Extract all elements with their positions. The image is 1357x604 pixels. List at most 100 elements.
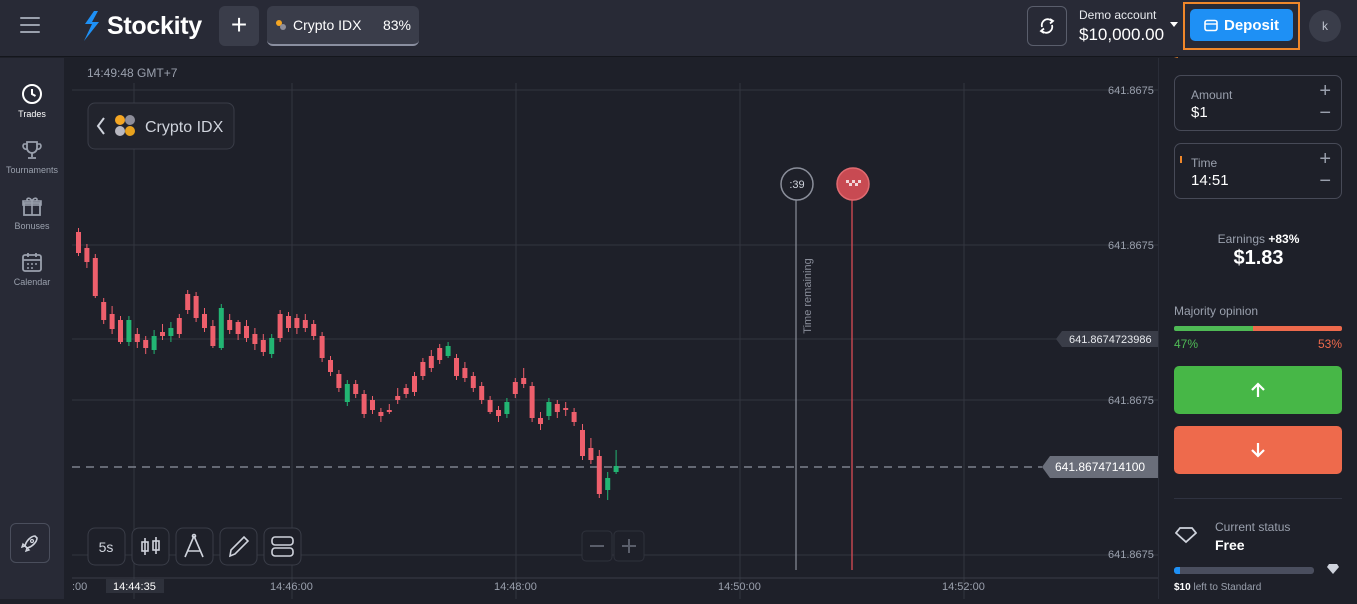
stockity-logo-icon [84,11,99,41]
menu-icon[interactable] [20,17,40,33]
sidebar-item-label: Tournaments [5,165,59,175]
candle-body [420,362,426,376]
candle-body [370,400,375,410]
candle-body [462,368,468,378]
price-tick: 641.8675 [1108,549,1154,561]
deposit-button[interactable]: Deposit [1190,9,1293,41]
majority-up-percent: 47% [1174,337,1199,351]
time-value[interactable]: 14:51 [1191,172,1229,189]
chart-canvas[interactable]: 14:49:48 GMT+7 :39 Time remaining 641.86… [72,58,1158,599]
pen-button[interactable] [219,527,258,566]
candle-body [101,302,107,320]
earnings-label: Earnings +83% [1159,232,1357,246]
amount-increase-icon[interactable]: + [1319,80,1331,103]
status-amount: $10 [1174,582,1191,593]
majority-up-fill [1174,326,1253,331]
time-field-marker [1180,156,1182,163]
account-balance: $10,000.00 [1079,25,1165,44]
arrow-up-icon [1251,382,1265,397]
candle-body [235,322,241,334]
logo[interactable]: Stockity [82,10,202,42]
candle-body [126,320,132,342]
candle-body [496,410,501,416]
candle-body [109,314,115,329]
crypto-coin-icon [276,20,286,30]
avatar[interactable]: k [1309,10,1341,42]
price-chart[interactable]: 14:49:48 GMT+7 :39 Time remaining 641.86… [72,58,1158,599]
candle-body [546,402,552,416]
amount-field[interactable]: Amount $1 + − [1174,75,1342,131]
candle-body [294,318,300,328]
wallet-icon [1204,19,1218,31]
next-status-diamond-icon [1327,564,1339,574]
candle-body [260,340,266,352]
expiry-flag-icon [836,167,870,201]
candle-body [454,358,459,376]
buy-up-button[interactable] [1174,366,1342,414]
candle-body [512,382,518,394]
candle-body [504,402,510,414]
time-field[interactable]: Time 14:51 + − [1174,143,1342,199]
candle-body [487,400,493,412]
indicators-button[interactable] [263,527,302,566]
trophy-icon [22,141,42,159]
asset-tab[interactable]: Crypto IDX 83% [267,6,419,46]
candle-body [151,336,157,350]
refresh-balance-button[interactable] [1027,6,1067,46]
drawing-tools-button[interactable] [175,527,214,566]
candle-body [403,388,409,394]
marker-price: 641.8674723986 [1069,334,1152,346]
sidebar-item-tournaments[interactable]: Tournaments [0,139,64,175]
candle-body [580,430,585,456]
amount-value[interactable]: $1 [1191,104,1208,121]
candle-body [302,320,308,328]
candle-body [118,320,123,342]
candle-body [311,324,317,336]
current-price: 641.8674714100 [1055,460,1145,474]
candle-body [218,308,224,348]
sidebar: Trades Tournaments Bonuses Calendar [0,58,64,599]
deposit-label: Deposit [1223,16,1279,34]
time-decrease-icon[interactable]: − [1319,170,1331,193]
candle-body [554,404,560,412]
price-tick: 641.8675 [1108,395,1154,407]
time-increase-icon[interactable]: + [1319,148,1331,171]
candle-body [479,386,485,400]
sell-down-button[interactable] [1174,426,1342,474]
candle-body [143,340,149,348]
candle-body [470,376,476,388]
candle-body [563,408,569,410]
chart-type-button[interactable] [131,527,170,566]
candle-body [437,348,443,360]
amount-decrease-icon[interactable]: − [1319,102,1331,125]
candle-body [529,386,535,418]
calendar-icon [22,253,42,272]
timeframe-label: 5s [99,539,114,555]
candle-body [92,258,98,296]
candle-body [613,466,619,472]
account-switcher[interactable]: Demo account $10,000.00 [1079,8,1164,45]
rocket-button[interactable] [10,523,50,563]
candle-body [378,412,384,416]
sidebar-item-trades[interactable]: Trades [0,83,64,119]
candle-body [84,248,90,262]
candle-body [252,334,258,344]
candle-body [353,384,359,394]
majority-opinion-bar [1174,326,1342,331]
candle-body [428,356,434,368]
refresh-icon [1039,18,1055,34]
asset-tab-name: Crypto IDX [293,17,362,33]
brand-name: Stockity [107,11,202,40]
price-tick: 641.8675 [1108,85,1154,97]
rocket-icon [20,535,38,553]
caret-down-icon[interactable] [1170,22,1178,27]
candle-body [336,374,342,388]
sidebar-item-calendar[interactable]: Calendar [0,251,64,287]
sidebar-item-label: Bonuses [14,221,50,231]
panel-divider [1174,498,1342,499]
add-asset-button[interactable]: + [219,6,259,46]
candle-body [571,412,577,422]
candle-body [386,410,392,412]
sidebar-item-bonuses[interactable]: Bonuses [0,195,64,231]
grid [72,83,1158,599]
